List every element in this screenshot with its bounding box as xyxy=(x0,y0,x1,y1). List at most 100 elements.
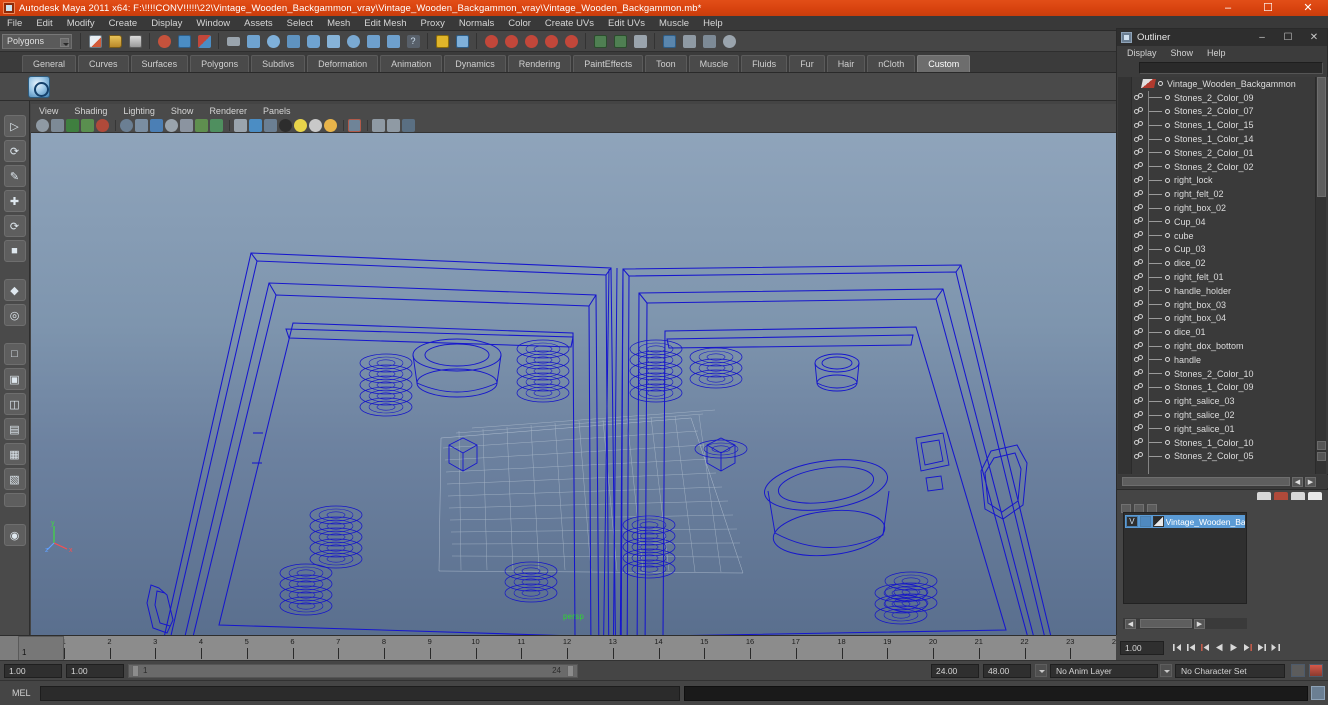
quick-layout-persp-outliner[interactable]: ◫ xyxy=(3,393,26,415)
viewport-menu-show[interactable]: Show xyxy=(163,104,202,118)
move-tool[interactable]: ✚ xyxy=(3,190,26,212)
select-by-object-type-icon[interactable] xyxy=(175,32,193,50)
camera-attributes-icon[interactable] xyxy=(51,118,64,132)
outliner-menu-help[interactable]: Help xyxy=(1200,46,1233,60)
menu-help[interactable]: Help xyxy=(696,16,730,31)
shelf-tab-fur[interactable]: Fur xyxy=(789,55,825,72)
menu-modify[interactable]: Modify xyxy=(60,16,102,31)
outliner-item[interactable]: right_box_02 xyxy=(1118,201,1328,215)
select-by-component-type-icon[interactable] xyxy=(195,32,213,50)
shelf-tab-polygons[interactable]: Polygons xyxy=(190,55,250,72)
menu-proxy[interactable]: Proxy xyxy=(414,16,452,31)
mask-hierarchy-icon[interactable] xyxy=(224,32,242,50)
outliner-item[interactable]: Stones_1_Color_10 xyxy=(1118,436,1328,450)
input-connections-icon[interactable] xyxy=(591,32,609,50)
xray-joints-icon[interactable] xyxy=(387,118,400,132)
perspective-viewport[interactable]: y z x persp xyxy=(31,133,1116,635)
shelf-tab-surfaces[interactable]: Surfaces xyxy=(130,55,189,72)
animation-preferences-icon[interactable] xyxy=(1309,664,1323,677)
quick-layout-more[interactable] xyxy=(3,493,26,507)
quick-layout-hypershade[interactable]: ▦ xyxy=(3,443,26,465)
outliner-maximize-button[interactable]: ☐ xyxy=(1275,29,1301,46)
go-to-start-button[interactable] xyxy=(1171,640,1184,655)
last-tool-used[interactable]: ◆ xyxy=(3,279,26,301)
menu-color[interactable]: Color xyxy=(501,16,538,31)
scroll-right-button[interactable]: ▶ xyxy=(1305,476,1316,487)
range-slider-right-handle[interactable] xyxy=(567,664,574,677)
image-plane-icon[interactable] xyxy=(81,118,94,132)
time-slider-track[interactable]: 123456789101112131415161718192021222324 xyxy=(18,636,1120,661)
menu-normals[interactable]: Normals xyxy=(452,16,501,31)
quick-layout-four-view[interactable]: ▣ xyxy=(3,368,26,390)
render-settings-icon[interactable] xyxy=(700,32,718,50)
current-time-field[interactable]: 1.00 xyxy=(1120,640,1164,655)
mask-dynamics-icon[interactable] xyxy=(344,32,362,50)
step-back-key-button[interactable] xyxy=(1185,640,1198,655)
script-editor-icon[interactable] xyxy=(1311,686,1325,700)
outliner-minimize-button[interactable]: – xyxy=(1249,29,1275,46)
menu-create[interactable]: Create xyxy=(102,16,145,31)
new-scene-button[interactable] xyxy=(86,32,104,50)
anim-end-time-field[interactable]: 24.00 xyxy=(931,663,979,678)
outliner-root-item[interactable]: Vintage_Wooden_Backgammon xyxy=(1118,77,1328,91)
menu-edit-mesh[interactable]: Edit Mesh xyxy=(357,16,413,31)
menu-window[interactable]: Window xyxy=(189,16,237,31)
viewport-menu-lighting[interactable]: Lighting xyxy=(115,104,163,118)
quick-layout-persp-trax[interactable]: ▧ xyxy=(3,468,26,490)
shadows-icon[interactable] xyxy=(309,118,322,132)
auto-keyframe-toggle-icon[interactable] xyxy=(1291,664,1305,677)
shelf-tab-fluids[interactable]: Fluids xyxy=(741,55,788,72)
anim-layer-chevron-icon[interactable] xyxy=(1035,664,1047,677)
scroll-down-button[interactable] xyxy=(1317,452,1326,461)
play-forwards-button[interactable] xyxy=(1227,640,1240,655)
mask-curves-icon[interactable] xyxy=(284,32,302,50)
shelf-tab-general[interactable]: General xyxy=(22,55,77,72)
outliner-item[interactable]: Stones_1_Color_14 xyxy=(1118,132,1328,146)
snap-to-planes-icon[interactable] xyxy=(542,32,560,50)
menu-edit[interactable]: Edit xyxy=(29,16,59,31)
twoD-pan-zoom-icon[interactable] xyxy=(96,118,109,132)
menu-mesh[interactable]: Mesh xyxy=(320,16,357,31)
step-forward-frame-button[interactable] xyxy=(1241,640,1254,655)
shelf-tab-subdivs[interactable]: Subdivs xyxy=(251,55,306,72)
outliner-item[interactable]: right_lock xyxy=(1118,174,1328,188)
outliner-item[interactable]: dice_01 xyxy=(1118,325,1328,339)
outliner-item[interactable]: cube xyxy=(1118,229,1328,243)
shelf-item-custom-tool[interactable] xyxy=(28,75,50,98)
film-gate-icon[interactable] xyxy=(135,118,148,132)
wireframe-shading-icon[interactable] xyxy=(234,118,247,132)
shelf-tab-rendering[interactable]: Rendering xyxy=(507,55,572,72)
menu-assets[interactable]: Assets xyxy=(237,16,280,31)
mask-deformations-icon[interactable] xyxy=(324,32,342,50)
scroll-up-button[interactable] xyxy=(1317,441,1326,450)
select-tool[interactable]: ▷ xyxy=(3,115,26,137)
menu-file[interactable]: File xyxy=(0,16,29,31)
safe-title-icon[interactable] xyxy=(210,118,223,132)
shelf-tab-muscle[interactable]: Muscle xyxy=(688,55,740,72)
outliner-item[interactable]: right_salice_01 xyxy=(1118,422,1328,436)
high-quality-render-icon[interactable] xyxy=(324,118,337,132)
universal-manipulator-tool[interactable]: ◎ xyxy=(3,304,26,326)
tab-display-layers[interactable] xyxy=(1257,492,1271,500)
range-slider-left-handle[interactable] xyxy=(132,664,139,677)
outliner-item[interactable]: Stones_2_Color_10 xyxy=(1118,367,1328,381)
outliner-search-input[interactable] xyxy=(1139,62,1323,74)
outliner-item[interactable]: Stones_2_Color_02 xyxy=(1118,160,1328,174)
layer-hscroll-thumb[interactable] xyxy=(1140,619,1192,628)
range-slider[interactable]: 1 24 xyxy=(128,663,578,678)
time-slider[interactable]: 123456789101112131415161718192021222324 … xyxy=(0,635,1120,661)
field-chart-icon[interactable] xyxy=(180,118,193,132)
shelf-tab-ncloth[interactable]: nCloth xyxy=(867,55,916,72)
outliner-tree[interactable]: Vintage_Wooden_Backgammon Stones_2_Color… xyxy=(1118,77,1328,474)
layer-row[interactable]: V Vintage_Wooden_Backga xyxy=(1125,515,1245,528)
snap-to-points-icon[interactable] xyxy=(522,32,540,50)
play-backwards-button[interactable] xyxy=(1213,640,1226,655)
render-current-frame-icon[interactable] xyxy=(660,32,678,50)
layer-horizontal-scrollbar[interactable]: ◀ ▶ xyxy=(1123,618,1247,629)
outliner-item[interactable]: Stones_2_Color_05 xyxy=(1118,450,1328,464)
output-connections-icon[interactable] xyxy=(611,32,629,50)
grid-display-icon[interactable] xyxy=(120,118,133,132)
outliner-horizontal-scrollbar[interactable]: ◀ ▶ xyxy=(1118,475,1328,488)
safe-action-icon[interactable] xyxy=(195,118,208,132)
viewport-menu-renderer[interactable]: Renderer xyxy=(201,104,255,118)
